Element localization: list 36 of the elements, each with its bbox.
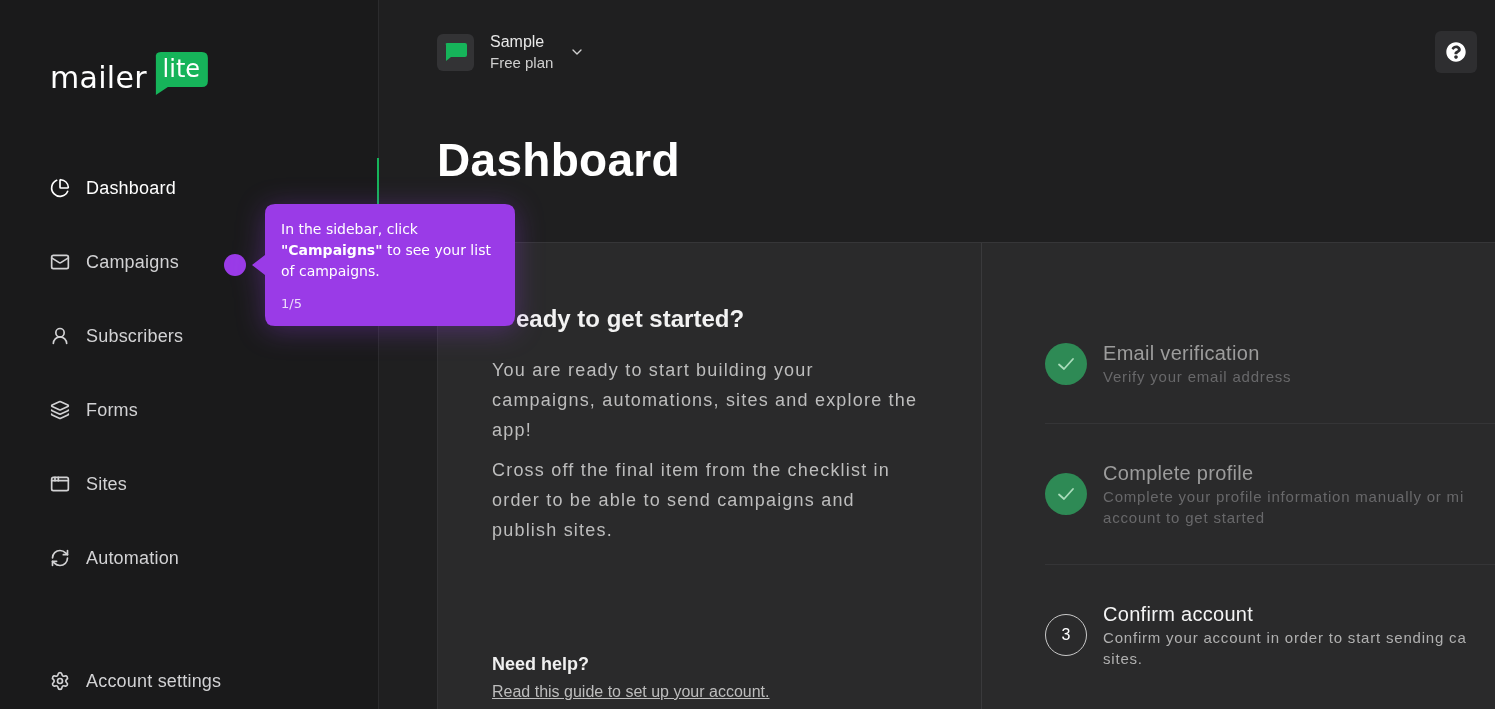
envelope-icon [50, 252, 70, 272]
sidebar-item[interactable]: Forms [0, 387, 138, 433]
workspace-name: Sample [490, 31, 545, 52]
refresh-icon [50, 548, 70, 568]
logo-text: mailer [50, 63, 147, 93]
step-title: Email verification [1103, 341, 1260, 366]
browser-window-icon [50, 474, 70, 494]
sidebar-item[interactable]: Campaigns [0, 239, 179, 285]
workspace-avatar-icon [437, 33, 474, 71]
help-button[interactable] [1435, 31, 1477, 73]
plan-label: Free plan [490, 52, 554, 73]
layers-icon [50, 400, 70, 420]
sidebar-item[interactable]: Account settings [0, 658, 222, 704]
user-icon [50, 326, 70, 346]
step-description: Complete your profile information manually or mi account to get started [1103, 487, 1465, 528]
step-counter: 1/5 [281, 295, 302, 313]
guide-link[interactable]: Read this guide to set up your account. [492, 682, 770, 702]
card-title: eady to get started? [515, 304, 745, 334]
step-title: Confirm account [1103, 602, 1254, 627]
card-paragraph: Cross off the final item from the checklist in order to be able to send campaigns and publish sites. [492, 459, 891, 542]
step-description: Verify your email address [1103, 367, 1292, 387]
logo-badge: lite [154, 52, 208, 95]
sidebar-item[interactable]: Automation [0, 535, 180, 581]
sidebar-item[interactable]: Subscribers [0, 313, 184, 359]
page-title: Dashboard [437, 137, 680, 183]
settings-icon [50, 671, 70, 691]
active-indicator [377, 158, 379, 204]
step-description: Confirm your account in order to start sending ca sites. [1103, 628, 1467, 669]
sidebar-item[interactable]: Dashboard [0, 165, 176, 211]
sidebar-item[interactable]: Sites [0, 461, 128, 507]
help-icon [1446, 42, 1466, 62]
step-title: Complete profile [1103, 461, 1254, 486]
help-heading: Need help? [492, 653, 589, 675]
pie-chart-icon [50, 178, 70, 198]
card-paragraph: You are ready to start building your campaigns, automations, sites and explore the app! [492, 359, 919, 442]
tooltip-text: In the sidebar, click "Campaigns" to see your list of campaigns. [281, 220, 492, 281]
